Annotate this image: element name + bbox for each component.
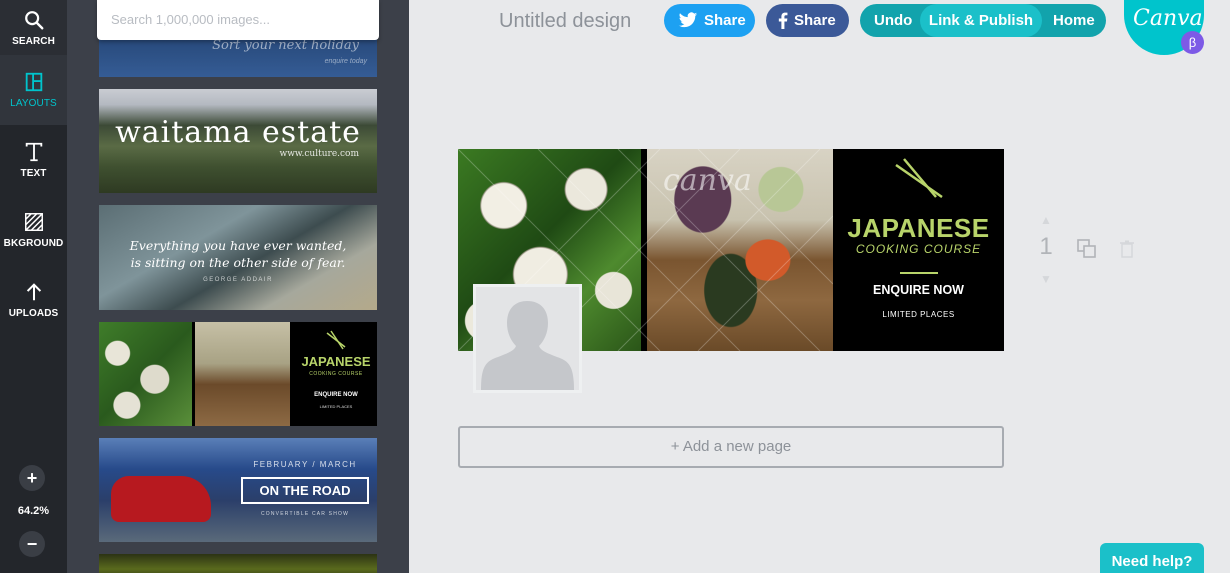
facebook-f-icon (778, 12, 788, 29)
layout-thumb-partial[interactable] (99, 554, 377, 573)
layout-thumb-road[interactable]: FEBRUARY / MARCH ON THE ROAD CONVERTIBLE… (99, 438, 377, 542)
canva-logo-text: Canva (1133, 6, 1203, 31)
page-down-arrow[interactable]: ▼ (1038, 272, 1054, 286)
twitter-bird-icon (678, 12, 698, 28)
need-help-button[interactable]: Need help? (1100, 543, 1204, 573)
text-tool-label: TEXT (20, 168, 47, 179)
text-tool-button[interactable]: TEXT (0, 125, 67, 195)
holiday-text: Sort your next holiday (212, 38, 359, 53)
text-icon (25, 142, 42, 162)
design-note[interactable]: LIMITED PLACES (833, 310, 1004, 319)
copy-page-icon[interactable] (1077, 239, 1097, 259)
search-icon (24, 10, 43, 29)
design-cta[interactable]: ENQUIRE NOW (833, 283, 1004, 297)
chopsticks-icon (895, 158, 943, 199)
search-tool-button[interactable]: SEARCH (0, 0, 67, 55)
estate-title: waitama estate (115, 115, 361, 150)
uploads-tool-label: UPLOADS (8, 308, 59, 319)
action-button-group: Undo Link & Publish Home (860, 4, 1106, 37)
design-title[interactable]: Untitled design (499, 10, 631, 33)
undo-button[interactable]: Undo (874, 4, 912, 37)
uploads-tool-button[interactable]: UPLOADS (0, 265, 67, 335)
page-number: 1 (1039, 233, 1053, 260)
quote-text: Everything you have ever wanted, is sitt… (99, 237, 377, 271)
sushi-photo (99, 322, 192, 426)
japan-thumb-note: LIMITED PLACES (319, 404, 353, 409)
person-silhouette-icon (481, 301, 574, 390)
zoom-out-button[interactable]: − (19, 531, 45, 557)
add-page-button[interactable]: + Add a new page (458, 426, 1004, 468)
layout-thumb-japanese[interactable]: JAPANESE COOKING COURSE ENQUIRE NOW LIMI… (99, 322, 377, 426)
red-car-shape (111, 476, 211, 522)
zoom-level: 64.2% (17, 505, 50, 517)
road-event: CONVERTIBLE CAR SHOW (260, 511, 350, 517)
layouts-tool-button[interactable]: LAYOUTS (0, 55, 67, 125)
road-title: ON THE ROAD (241, 477, 369, 504)
japan-thumb-title: JAPANESE (301, 354, 371, 369)
beta-badge: β (1181, 31, 1204, 54)
quote-line-1: Everything you have ever wanted, (129, 238, 347, 253)
layouts-tool-label: LAYOUTS (10, 98, 57, 109)
background-tool-button[interactable]: BKGROUND (0, 195, 67, 265)
design-subheading[interactable]: COOKING COURSE (833, 242, 1004, 256)
page-up-arrow[interactable]: ▲ (1038, 213, 1054, 227)
quote-line-2: is sitting on the other side of fear. (130, 255, 346, 270)
search-tool-label: SEARCH (12, 35, 55, 47)
twitter-share-button[interactable]: Share (664, 4, 755, 37)
watermark-text: canva (663, 163, 752, 198)
delete-page-icon[interactable] (1120, 240, 1134, 258)
layout-thumb-quote[interactable]: Everything you have ever wanted, is sitt… (99, 205, 377, 310)
layouts-icon (25, 72, 42, 92)
estate-url: www.culture.com (279, 149, 359, 159)
food-photo (195, 322, 290, 426)
home-button[interactable]: Home (1053, 4, 1095, 37)
road-dates: FEBRUARY / MARCH (253, 460, 357, 469)
twitter-share-label: Share (704, 12, 746, 29)
facebook-share-label: Share (794, 12, 836, 29)
japan-thumb-cta: ENQUIRE NOW (314, 392, 358, 398)
left-toolbar: SEARCH LAYOUTS TEXT BKGROUND UPLOADS + 6… (0, 0, 67, 573)
layouts-panel: Search 1,000,000 images... Sort your nex… (67, 0, 409, 573)
holiday-subtext: enquire today (324, 58, 367, 65)
layout-thumb-estate[interactable]: waitama estate www.culture.com (99, 89, 377, 193)
avatar-placeholder[interactable] (473, 284, 582, 393)
design-divider (900, 272, 938, 274)
quote-author: GEORGE ADDAIR (203, 277, 273, 283)
japan-thumb-subtitle: COOKING COURSE (309, 371, 363, 377)
background-pattern-icon (24, 213, 43, 231)
upload-arrow-icon (26, 283, 41, 301)
design-heading[interactable]: JAPANESE (833, 213, 1004, 244)
background-tool-label: BKGROUND (3, 238, 64, 249)
zoom-in-button[interactable]: + (19, 465, 45, 491)
canva-logo[interactable]: Canva β (1124, 0, 1204, 55)
chopsticks-icon (326, 330, 346, 350)
link-publish-button[interactable]: Link & Publish (920, 4, 1042, 37)
image-search-input[interactable]: Search 1,000,000 images... (97, 0, 379, 40)
facebook-share-button[interactable]: Share (766, 4, 849, 37)
